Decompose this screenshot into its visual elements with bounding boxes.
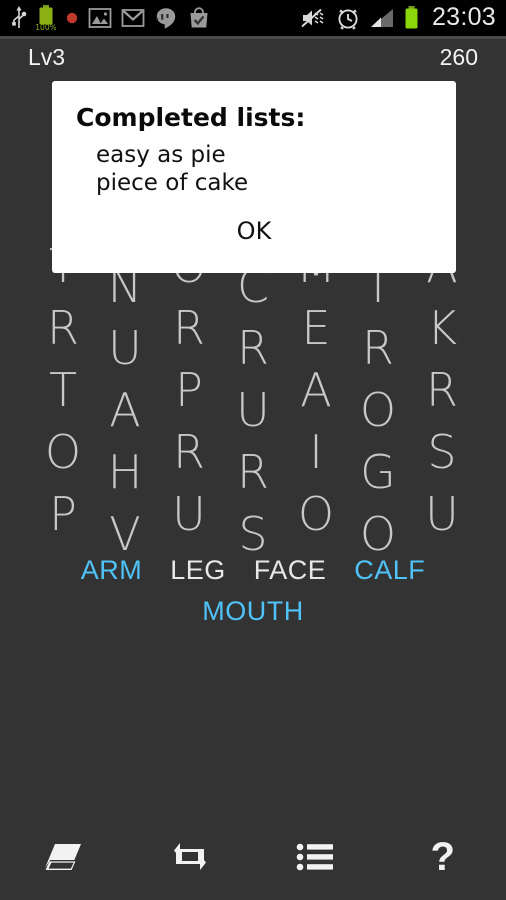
mute-vibrate-icon xyxy=(301,8,324,28)
grid-letter[interactable]: R xyxy=(411,359,473,421)
dialog-list-item: easy as pie xyxy=(96,142,226,168)
grid-letter[interactable]: O xyxy=(32,421,94,483)
grid-letter[interactable]: R xyxy=(158,297,220,359)
grid-letter[interactable]: O xyxy=(285,483,347,545)
hangouts-icon xyxy=(155,8,176,29)
found-words-row: ARM LEG FACE CALF xyxy=(0,550,506,591)
status-bar-clock: 23:03 xyxy=(431,3,496,31)
found-words-row: MOUTH xyxy=(0,591,506,632)
grid-letter[interactable]: R xyxy=(347,317,409,379)
grid-letter[interactable]: R xyxy=(222,441,284,503)
game-header: Lv3 260 xyxy=(0,39,506,75)
found-word[interactable]: MOUTH xyxy=(202,591,303,632)
signal-bars-icon xyxy=(370,9,393,27)
grid-letter[interactable]: S xyxy=(411,421,473,483)
ok-button[interactable]: OK xyxy=(215,215,294,247)
usb-icon xyxy=(12,6,27,28)
grid-letter[interactable]: P xyxy=(158,359,220,421)
list-icon xyxy=(296,843,334,871)
dialog-title: Completed lists: xyxy=(76,103,306,132)
grid-letter[interactable]: U xyxy=(222,379,284,441)
found-word[interactable]: LEG xyxy=(170,550,226,591)
repeat-arrows-icon xyxy=(173,843,206,870)
grid-letter[interactable]: P xyxy=(32,483,94,545)
grid-letter[interactable]: G xyxy=(347,441,409,503)
grid-letter[interactable]: O xyxy=(347,379,409,441)
question-mark-icon: ? xyxy=(430,835,455,879)
grid-letter[interactable]: R xyxy=(222,317,284,379)
gallery-image-icon xyxy=(88,8,112,28)
eraser-button[interactable] xyxy=(0,814,127,900)
alarm-clock-icon xyxy=(338,9,358,30)
dialog-item-list: easy as pie piece of cake xyxy=(76,141,432,197)
recording-dot-icon xyxy=(66,12,78,24)
found-words-list: ARM LEG FACE CALF MOUTH xyxy=(0,550,506,632)
dialog-list-item: piece of cake xyxy=(96,170,249,196)
grid-letter[interactable]: A xyxy=(94,379,156,441)
level-label: Lv3 xyxy=(28,43,66,70)
grid-letter[interactable]: H xyxy=(94,441,156,503)
word-list-button[interactable] xyxy=(253,814,380,900)
grid-letter[interactable]: A xyxy=(285,359,347,421)
bottom-toolbar: ? xyxy=(0,814,506,900)
grid-letter[interactable]: U xyxy=(158,483,220,545)
grid-letter[interactable]: U xyxy=(94,317,156,379)
grid-letter[interactable]: K xyxy=(411,297,473,359)
eraser-icon xyxy=(45,844,82,870)
status-bar-left-icons: 100% xyxy=(0,4,301,32)
found-word[interactable]: ARM xyxy=(81,550,143,591)
grid-letter[interactable]: R xyxy=(158,421,220,483)
battery-icon xyxy=(405,6,418,29)
grid-letter[interactable]: T xyxy=(32,359,94,421)
grid-letter[interactable]: R xyxy=(32,297,94,359)
grid-letter[interactable]: I xyxy=(285,421,347,483)
found-word[interactable]: CALF xyxy=(354,550,425,591)
status-bar: 100% 23:03 xyxy=(0,0,506,36)
play-store-icon xyxy=(190,7,208,28)
score-label: 260 xyxy=(439,43,478,70)
help-button[interactable]: ? xyxy=(380,814,506,900)
grid-letter[interactable]: E xyxy=(285,297,347,359)
status-bar-right-icons: 23:03 xyxy=(301,3,506,33)
found-word[interactable]: FACE xyxy=(254,550,327,591)
phone-screen: 100% 23:03 Lv3 260 R T O P N U A H V R P… xyxy=(0,0,506,900)
dialog-button-row: OK xyxy=(76,215,432,253)
shuffle-button[interactable] xyxy=(127,814,254,900)
completed-lists-dialog: Completed lists: easy as pie piece of cak… xyxy=(52,81,456,273)
gmail-icon xyxy=(121,9,145,27)
grid-letter[interactable]: U xyxy=(411,483,473,545)
battery-charging-icon: 100% xyxy=(36,5,56,32)
svg-text:100%: 100% xyxy=(36,23,56,32)
